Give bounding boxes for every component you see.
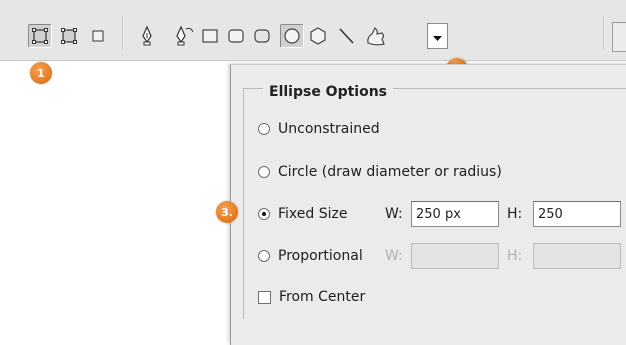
freeform-pen-button[interactable] bbox=[172, 24, 196, 48]
fixed-width-input[interactable]: 250 px bbox=[411, 201, 499, 227]
radio-unconstrained[interactable] bbox=[258, 123, 270, 135]
fill-pixels-button[interactable] bbox=[86, 24, 110, 48]
option-proportional[interactable]: Proportional bbox=[258, 245, 363, 267]
ellipse-tool-button[interactable] bbox=[280, 24, 304, 48]
callout-badge-3: 3. bbox=[216, 201, 238, 223]
toolbar-separator bbox=[603, 16, 605, 50]
custom-shape-tool-icon bbox=[364, 25, 388, 47]
group-title: Ellipse Options bbox=[263, 84, 394, 100]
label-fixed-size: Fixed Size bbox=[278, 206, 348, 222]
freeform-pen-icon bbox=[173, 25, 195, 47]
radio-circle[interactable] bbox=[258, 166, 270, 178]
shape-layers-button[interactable] bbox=[57, 24, 81, 48]
polygon-tool-icon bbox=[308, 26, 328, 46]
callout-badge-1: 1 bbox=[30, 62, 52, 84]
rounded-rectangle-alt-button[interactable] bbox=[250, 24, 274, 48]
pen-tool-icon bbox=[138, 25, 156, 47]
proportional-height-input[interactable] bbox=[533, 243, 621, 269]
line-tool-button[interactable] bbox=[334, 24, 358, 48]
options-toolbar bbox=[0, 0, 626, 61]
radio-fixed-size[interactable] bbox=[258, 208, 270, 220]
fill-pixels-icon bbox=[89, 27, 107, 45]
toolbar-next-control[interactable] bbox=[612, 22, 626, 52]
option-fixed-size[interactable]: Fixed Size bbox=[258, 203, 347, 225]
option-from-center[interactable]: From Center bbox=[258, 286, 365, 308]
path-mode-button[interactable] bbox=[28, 24, 52, 48]
rectangle-tool-icon bbox=[200, 26, 220, 46]
label-unconstrained: Unconstrained bbox=[278, 121, 380, 137]
ellipse-tool-icon bbox=[282, 26, 302, 46]
shape-layers-icon bbox=[60, 27, 78, 45]
polygon-tool-button[interactable] bbox=[306, 24, 330, 48]
path-mode-icon bbox=[31, 27, 49, 45]
fixed-width-label: W: bbox=[385, 206, 403, 222]
fixed-height-input[interactable]: 250 bbox=[533, 201, 621, 227]
geometry-options-dropdown[interactable] bbox=[427, 23, 448, 49]
rounded-rectangle-tool-button[interactable] bbox=[224, 24, 248, 48]
proportional-width-label: W: bbox=[385, 248, 403, 264]
rounded-rectangle-icon bbox=[252, 26, 272, 46]
chevron-down-icon bbox=[433, 27, 442, 46]
radio-proportional[interactable] bbox=[258, 250, 270, 262]
label-circle: Circle (draw diameter or radius) bbox=[278, 164, 502, 180]
label-from-center: From Center bbox=[279, 289, 366, 305]
proportional-height-label: H: bbox=[507, 248, 523, 264]
toolbar-separator bbox=[122, 16, 124, 50]
rectangle-tool-button[interactable] bbox=[198, 24, 222, 48]
pen-tool-button[interactable] bbox=[135, 24, 159, 48]
line-tool-icon bbox=[336, 26, 356, 46]
label-proportional: Proportional bbox=[278, 248, 363, 264]
option-circle[interactable]: Circle (draw diameter or radius) bbox=[258, 161, 502, 183]
checkbox-from-center[interactable] bbox=[258, 290, 271, 304]
proportional-width-input[interactable] bbox=[411, 243, 499, 269]
rounded-rectangle-tool-icon bbox=[226, 26, 246, 46]
fixed-height-label: H: bbox=[507, 206, 523, 222]
option-unconstrained[interactable]: Unconstrained bbox=[258, 118, 380, 140]
custom-shape-tool-button[interactable] bbox=[364, 24, 388, 48]
